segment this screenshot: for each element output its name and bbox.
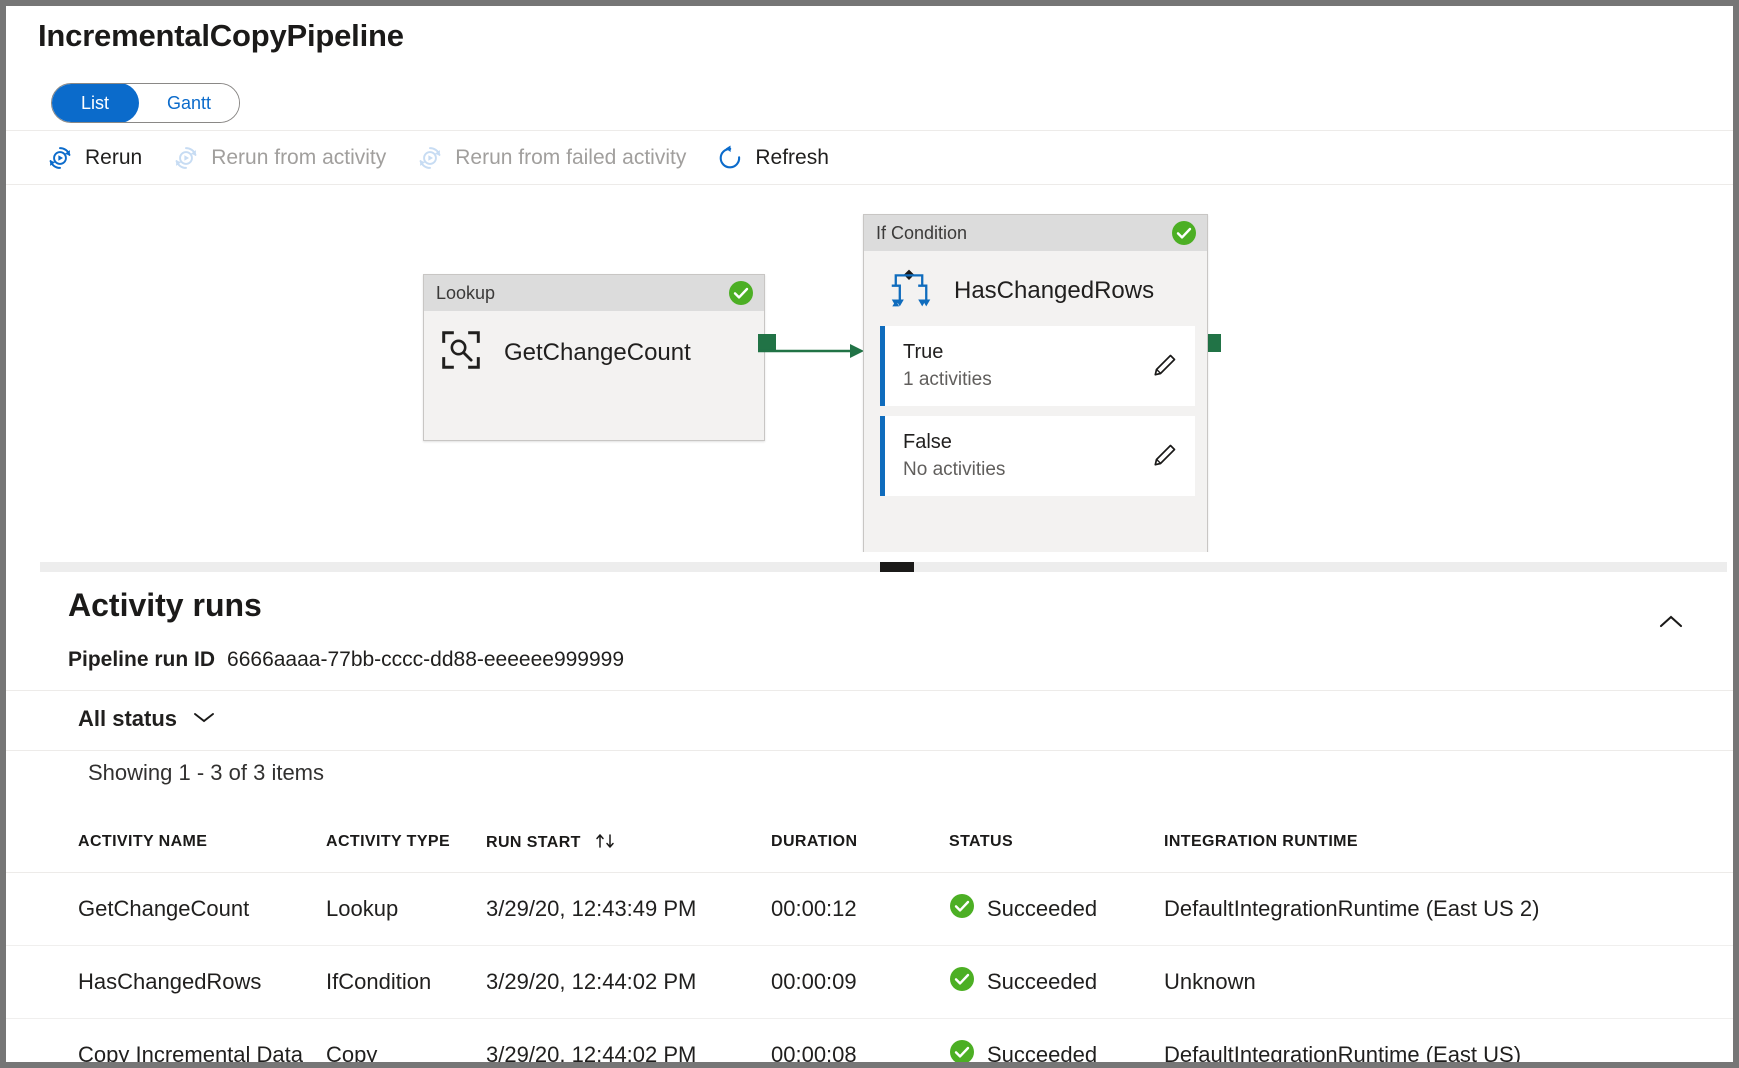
success-check-icon: [1171, 220, 1197, 246]
pipeline-run-id-value: 6666aaaa-77bb-cccc-dd88-eeeeee999999: [227, 648, 624, 672]
view-toggle[interactable]: List Gantt: [51, 83, 240, 123]
refresh-button[interactable]: Refresh: [716, 144, 829, 172]
rerun-from-failed-activity-label: Rerun from failed activity: [455, 146, 686, 170]
cell-duration: 00:00:12: [771, 873, 949, 946]
cell-integration-runtime: DefaultIntegrationRuntime (East US): [1164, 1019, 1733, 1068]
activity-runs-title: Activity runs: [68, 587, 262, 624]
table-row[interactable]: GetChangeCount Lookup 3/29/20, 12:43:49 …: [6, 873, 1733, 946]
column-header-activity-type[interactable]: ACTIVITY TYPE: [326, 808, 486, 873]
column-header-status[interactable]: STATUS: [949, 808, 1164, 873]
cell-activity-type: Lookup: [326, 873, 486, 946]
panel-divider-top: [6, 690, 1733, 691]
status-badge: Succeeded: [987, 896, 1097, 922]
showing-count-label: Showing 1 - 3 of 3 items: [88, 760, 324, 786]
rerun-from-failed-activity-icon: [416, 144, 444, 172]
table-header-row: ACTIVITY NAME ACTIVITY TYPE RUN START DU…: [6, 808, 1733, 873]
pipeline-canvas[interactable]: Lookup GetChangeCount: [6, 186, 1733, 552]
if-condition-branch-icon: [886, 265, 932, 316]
command-bar: Rerun Rerun from activity: [6, 130, 1733, 185]
success-check-icon: [949, 1039, 975, 1068]
activity-node-lookup[interactable]: Lookup GetChangeCount: [423, 274, 765, 441]
if-condition-node-type-label: If Condition: [876, 223, 967, 244]
if-condition-branch-false[interactable]: False No activities: [880, 416, 1195, 496]
lookup-node-type-label: Lookup: [436, 283, 495, 304]
rerun-icon: [46, 144, 74, 172]
status-badge: Succeeded: [987, 1042, 1097, 1068]
pipeline-run-monitor-page: IncrementalCopyPipeline List Gantt Rerun: [0, 0, 1739, 1068]
refresh-label: Refresh: [755, 146, 829, 170]
cell-status: Succeeded: [949, 946, 1164, 1019]
column-header-duration[interactable]: DURATION: [771, 808, 949, 873]
cell-integration-runtime: Unknown: [1164, 946, 1733, 1019]
status-badge: Succeeded: [987, 969, 1097, 995]
cell-status: Succeeded: [949, 873, 1164, 946]
cell-activity-type: Copy: [326, 1019, 486, 1068]
branch-false-activity-count: No activities: [903, 459, 1005, 481]
connector-arrow: [758, 341, 868, 361]
chevron-up-icon[interactable]: [1656, 612, 1686, 632]
cell-run-start: 3/29/20, 12:44:02 PM: [486, 1019, 771, 1068]
pencil-icon[interactable]: [1149, 351, 1179, 381]
sort-updown-icon[interactable]: [594, 832, 618, 850]
success-check-icon: [728, 280, 754, 306]
view-toggle-gantt[interactable]: Gantt: [139, 84, 239, 122]
rerun-from-activity-button[interactable]: Rerun from activity: [172, 144, 386, 172]
activity-runs-panel: Activity runs Pipeline run ID 6666aaaa-7…: [6, 572, 1733, 1062]
lookup-node-header: Lookup: [424, 275, 764, 311]
pipeline-run-id-label: Pipeline run ID: [68, 648, 215, 672]
lookup-node-title: GetChangeCount: [504, 339, 691, 367]
table-row[interactable]: HasChangedRows IfCondition 3/29/20, 12:4…: [6, 946, 1733, 1019]
activity-runs-table: ACTIVITY NAME ACTIVITY TYPE RUN START DU…: [6, 808, 1733, 1068]
branch-true-activity-count: 1 activities: [903, 369, 992, 391]
rerun-from-activity-label: Rerun from activity: [211, 146, 386, 170]
view-toggle-list[interactable]: List: [51, 83, 139, 123]
chevron-down-icon: [191, 709, 217, 730]
cell-activity-name[interactable]: Copy Incremental Data: [6, 1019, 326, 1068]
cell-activity-type: IfCondition: [326, 946, 486, 1019]
cell-duration: 00:00:08: [771, 1019, 949, 1068]
cell-duration: 00:00:09: [771, 946, 949, 1019]
pencil-icon[interactable]: [1149, 441, 1179, 471]
if-condition-node-title: HasChangedRows: [954, 277, 1154, 305]
rerun-from-failed-activity-button[interactable]: Rerun from failed activity: [416, 144, 686, 172]
rerun-from-activity-icon: [172, 144, 200, 172]
if-condition-node-header: If Condition: [864, 215, 1207, 251]
status-filter-dropdown[interactable]: All status: [78, 706, 217, 732]
cell-status: Succeeded: [949, 1019, 1164, 1068]
if-condition-node-body: HasChangedRows: [864, 251, 1207, 326]
rerun-button[interactable]: Rerun: [46, 144, 142, 172]
branch-false-label: False: [903, 431, 1005, 454]
cell-run-start: 3/29/20, 12:44:02 PM: [486, 946, 771, 1019]
cell-activity-name[interactable]: GetChangeCount: [6, 873, 326, 946]
lookup-node-body: GetChangeCount: [424, 311, 764, 394]
status-filter-label: All status: [78, 706, 177, 732]
rerun-label: Rerun: [85, 146, 142, 170]
column-header-run-start-label: RUN START: [486, 834, 581, 851]
panel-divider-filter: [6, 750, 1733, 751]
activity-node-if-condition[interactable]: If Condition: [863, 214, 1208, 552]
page-title: IncrementalCopyPipeline: [38, 18, 404, 54]
canvas-horizontal-scrollbar[interactable]: [40, 562, 1727, 572]
if-condition-branch-true[interactable]: True 1 activities: [880, 326, 1195, 406]
branch-true-label: True: [903, 341, 992, 364]
success-check-icon: [949, 966, 975, 998]
pipeline-run-id: Pipeline run ID 6666aaaa-77bb-cccc-dd88-…: [68, 648, 624, 672]
cell-run-start: 3/29/20, 12:43:49 PM: [486, 873, 771, 946]
table-row[interactable]: Copy Incremental Data Copy 3/29/20, 12:4…: [6, 1019, 1733, 1068]
cell-activity-name[interactable]: HasChangedRows: [6, 946, 326, 1019]
column-header-integration-runtime[interactable]: INTEGRATION RUNTIME: [1164, 808, 1733, 873]
success-check-icon: [949, 893, 975, 925]
refresh-icon: [716, 144, 744, 172]
canvas-scrollbar-thumb[interactable]: [880, 562, 914, 572]
column-header-activity-name[interactable]: ACTIVITY NAME: [6, 808, 326, 873]
lookup-magnifier-icon: [440, 329, 482, 376]
column-header-run-start[interactable]: RUN START: [486, 808, 771, 873]
cell-integration-runtime: DefaultIntegrationRuntime (East US 2): [1164, 873, 1733, 946]
